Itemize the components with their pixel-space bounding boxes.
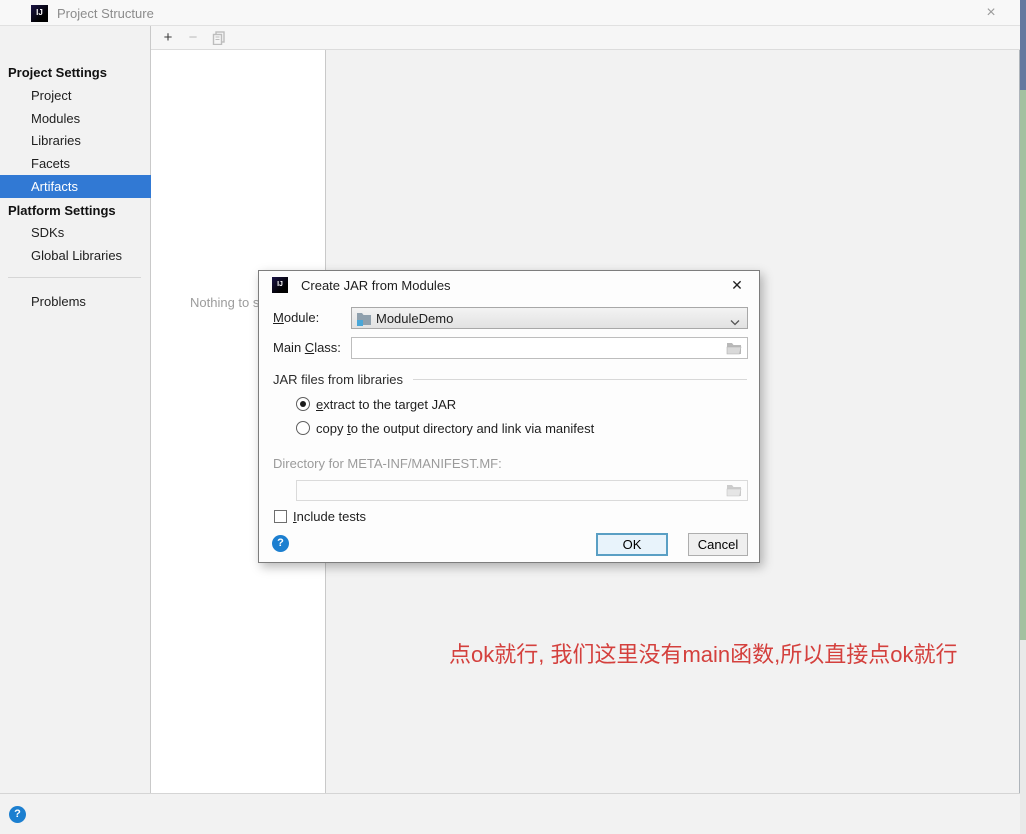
dialog-titlebar[interactable]: IJ Create JAR from Modules ✕ [259,271,759,299]
screen: IJ Project Structure × ← → + − Pro [0,0,1026,834]
help-icon[interactable]: ? [272,535,289,552]
desktop-edge-blue [1020,0,1026,90]
create-jar-dialog: IJ Create JAR from Modules ✕ Module: Mod… [258,270,760,563]
module-combobox[interactable]: ModuleDemo [351,307,748,329]
manifest-directory-field-wrap [296,480,748,501]
sidebar-item-facets[interactable]: Facets [0,152,151,175]
sidebar-item-project[interactable]: Project [0,84,151,107]
main-class-field-wrap [351,337,748,359]
radio-extract-button[interactable] [296,397,310,411]
sidebar-divider [8,277,141,278]
intellij-logo-icon: IJ [272,277,288,293]
radio-copy-button[interactable] [296,421,310,435]
module-icon [356,311,372,326]
main-class-input[interactable] [356,339,723,357]
desktop-edge-green [1020,90,1026,640]
artifacts-toolbar: + − [151,26,1020,50]
dialog-title: Create JAR from Modules [301,278,451,293]
browse-folder-icon[interactable] [726,342,742,358]
manifest-directory-label: Directory for META-INF/MANIFEST.MF: [273,456,502,471]
main-class-label: Main Class: [273,340,341,355]
radio-extract-row[interactable]: extract to the target JAR [296,395,456,413]
window-title: Project Structure [57,6,154,21]
intellij-logo-icon: IJ [31,5,48,22]
sidebar-item-sdks[interactable]: SDKs [0,221,151,244]
sidebar-item-modules[interactable]: Modules [0,107,151,130]
section-header-project-settings: Project Settings [8,65,107,80]
window-close-icon[interactable]: × [980,3,1002,23]
sidebar-item-libraries[interactable]: Libraries [0,129,151,152]
desktop-edge-gray [1020,640,1026,834]
dialog-close-icon[interactable]: ✕ [728,276,746,294]
dialog-cancel-button[interactable]: Cancel [688,533,748,556]
add-icon[interactable]: + [159,29,177,47]
help-icon[interactable]: ? [9,806,26,823]
copy-icon[interactable] [210,31,228,49]
desktop-edge [1020,0,1026,834]
group-divider [413,379,747,380]
settings-sidebar: Project Settings Project Modules Librari… [0,26,151,793]
radio-copy-row[interactable]: copy to the output directory and link vi… [296,419,594,437]
chevron-down-icon [730,315,740,326]
remove-icon[interactable]: − [184,29,202,47]
module-label: Module: [273,310,320,325]
dialog-footer-bar: ? OK Cancel Apply [0,793,1020,834]
manifest-directory-input[interactable] [301,482,723,500]
radio-extract-label: extract to the target JAR [316,396,457,412]
section-header-platform-settings: Platform Settings [8,203,116,218]
sidebar-item-global-libraries[interactable]: Global Libraries [0,244,151,267]
annotation-text: 点ok就行, 我们这里没有main函数,所以直接点ok就行 [449,642,958,667]
dialog-ok-button[interactable]: OK [596,533,668,556]
sidebar-item-problems[interactable]: Problems [0,290,151,313]
sidebar-item-artifacts[interactable]: Artifacts [0,175,151,198]
window-titlebar[interactable]: IJ Project Structure × [0,0,1020,26]
browse-folder-icon[interactable] [726,484,742,500]
include-tests-row[interactable]: Include tests [274,508,366,524]
jar-files-group-header: JAR files from libraries [273,372,747,387]
include-tests-checkbox[interactable] [274,509,287,523]
jar-files-group-label: JAR files from libraries [273,372,404,387]
include-tests-label: Include tests [293,508,366,524]
module-value: ModuleDemo [376,311,454,326]
radio-copy-label: copy to the output directory and link vi… [316,420,595,436]
